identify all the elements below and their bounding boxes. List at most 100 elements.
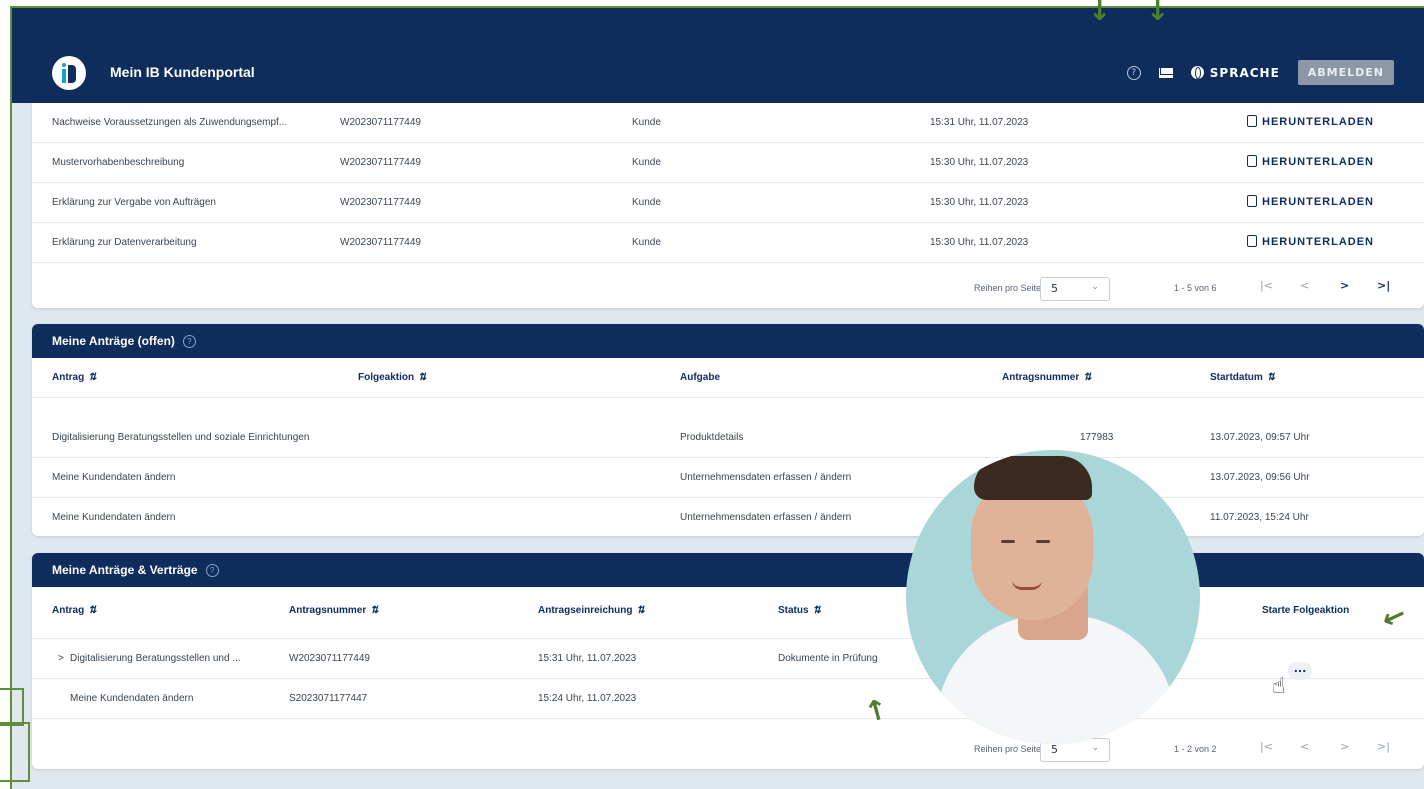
first-page-button[interactable]: |< [1260,279,1273,292]
sort-icon: ⇅ [418,372,427,383]
status-cell: Dokumente in Prüfung [778,653,878,664]
open-requests-header: Meine Anträge (offen) ? [32,324,1424,358]
table-row[interactable]: Meine Kundendaten ändern S2023071177447 … [32,679,1424,719]
download-icon [1247,115,1257,127]
column-header[interactable]: Antrag ⇅ [52,372,97,383]
table-row: Nachweise Voraussetzungen als Zuwendungs… [32,103,1424,143]
last-page-button[interactable]: >| [1377,279,1390,292]
table-row[interactable]: Meine Kundendaten ändern Unternehmensdat… [32,498,1424,536]
table-row: Erklärung zur Vergabe von Aufträgen W202… [32,183,1424,223]
antrag-cell: Meine Kundendaten ändern [52,472,176,483]
document-number: W2023071177449 [340,157,421,168]
help-icon[interactable]: ? [1126,65,1141,80]
column-header[interactable]: Antragsnummer ⇅ [1002,372,1092,383]
rows-per-page-label: Reihen pro Seite [974,283,1042,293]
document-number: W2023071177449 [340,237,421,248]
globe-icon [1190,66,1204,79]
antragsnummer-cell: W2023071177449 [289,653,370,664]
document-role: Kunde [632,197,661,208]
document-name: Erklärung zur Datenverarbeitung [52,237,197,248]
download-icon [1247,195,1257,207]
annotation-arrow-icon: ↓ [1088,0,1112,27]
column-header: Aufgabe [680,372,720,383]
annotation-arrow-icon: ↓ [1146,0,1170,27]
document-role: Kunde [632,157,661,168]
last-page-button[interactable]: >| [1377,740,1390,753]
section-title: Meine Anträge & Verträge [52,563,198,577]
download-link[interactable]: HERUNTERLADEN [1247,235,1374,248]
sort-icon: ⇅ [370,605,379,616]
document-role: Kunde [632,237,661,248]
aufgabe-cell: Unternehmensdaten erfassen / ändern [680,512,852,523]
aufgabe-cell: Unternehmensdaten erfassen / ändern [680,472,852,483]
table-row[interactable]: Digitalisierung Beratungsstellen und soz… [32,418,1424,458]
document-time: 15:30 Uhr, 11.07.2023 [930,237,1029,248]
logout-button[interactable]: ABMELDEN [1297,60,1394,85]
table-row[interactable]: Meine Kundendaten ändern Unternehmensdat… [32,458,1424,498]
language-label: SPRACHE [1209,65,1280,80]
help-icon[interactable]: ? [182,334,196,348]
annotation-bracket [0,722,30,782]
antrag-cell: Digitalisierung Beratungsstellen und soz… [52,432,310,443]
contracts-card: Meine Anträge & Verträge ? Antrag ⇅ Antra… [32,553,1424,769]
startdatum-cell: 11.07.2023, 15:24 Uhr [1210,512,1309,523]
page-range: 1 - 5 von 6 [1174,283,1217,293]
chevron-down-icon: ⌄ [1091,743,1099,753]
rows-per-page-label: Reihen pro Seite [974,744,1042,754]
eingereicht-cell: 15:31 Uhr, 11.07.2023 [538,653,637,664]
eingereicht-cell: 15:24 Uhr, 11.07.2023 [538,693,637,704]
presenter-avatar [906,450,1200,744]
sort-icon: ⇅ [1083,372,1092,383]
antrag-cell: Meine Kundendaten ändern [52,512,176,523]
expand-icon[interactable]: > [58,653,64,664]
sort-icon: ⇅ [1266,372,1276,383]
antrag-cell: Meine Kundendaten ändern [70,693,194,704]
contracts-header: Meine Anträge & Verträge ? [32,553,1424,587]
sort-icon: ⇅ [88,372,97,383]
antrag-cell: Digitalisierung Beratungsstellen und ... [70,653,241,664]
antragsnummer-cell: S2023071177447 [289,693,368,704]
aufgabe-cell: Produktdetails [680,432,744,443]
row-actions-button[interactable]: ... [1288,662,1312,680]
first-page-button[interactable]: |< [1260,740,1273,753]
table-header-row: Antrag ⇅ Folgeaktion ⇅ Aufgabe Antragsnumm… [32,358,1424,398]
download-link[interactable]: HERUNTERLADEN [1247,155,1374,168]
column-header[interactable]: Folgeaktion ⇅ [358,372,427,383]
mail-icon[interactable] [1158,67,1173,78]
column-header[interactable]: Antragsnummer ⇅ [289,605,379,616]
document-time: 15:31 Uhr, 11.07.2023 [930,117,1029,128]
document-name: Mustervorhabenbeschreibung [52,157,185,168]
startdatum-cell: 13.07.2023, 09:57 Uhr [1210,432,1310,443]
startdatum-cell: 13.07.2023, 09:56 Uhr [1210,472,1310,483]
column-header[interactable]: Startdatum ⇅ [1210,372,1275,383]
download-link[interactable]: HERUNTERLADEN [1247,195,1374,208]
prev-page-button[interactable]: < [1300,279,1309,292]
table-row[interactable]: > Digitalisierung Beratungsstellen und .… [32,639,1424,679]
hand-pointer-icon: ☝ [1272,674,1286,699]
column-header: Starte Folgeaktion [1262,605,1350,616]
screen-frame: Mein IB Kundenportal ? SPRACHE ABMELDEN … [10,6,1424,789]
language-menu[interactable]: SPRACHE [1190,65,1280,80]
next-page-button[interactable]: > [1340,740,1349,753]
next-page-button[interactable]: > [1340,279,1349,292]
document-time: 15:30 Uhr, 11.07.2023 [930,197,1029,208]
documents-card: Nachweise Voraussetzungen als Zuwendungs… [32,103,1424,308]
column-header[interactable]: Status ⇅ [778,605,821,616]
prev-page-button[interactable]: < [1300,740,1309,753]
download-icon [1247,155,1257,167]
document-name: Erklärung zur Vergabe von Aufträgen [52,197,216,208]
document-role: Kunde [632,117,661,128]
rows-per-page-select[interactable]: 5 ⌄ [1040,277,1110,301]
document-number: W2023071177449 [340,197,421,208]
download-link[interactable]: HERUNTERLADEN [1247,115,1374,128]
ib-logo-icon[interactable] [52,56,86,90]
help-icon[interactable]: ? [205,563,219,577]
column-header[interactable]: Antragseinreichung ⇅ [538,605,645,616]
portal-title: Mein IB Kundenportal [110,64,255,80]
table-header-row: Antrag ⇅ Antragsnummer ⇅ Antragseinreichun… [32,587,1424,639]
download-icon [1247,235,1257,247]
column-header[interactable]: Antrag ⇅ [52,605,97,616]
top-navigation-bar: Mein IB Kundenportal ? SPRACHE ABMELDEN [12,8,1424,103]
document-number: W2023071177449 [340,117,421,128]
chevron-down-icon: ⌄ [1091,282,1099,292]
